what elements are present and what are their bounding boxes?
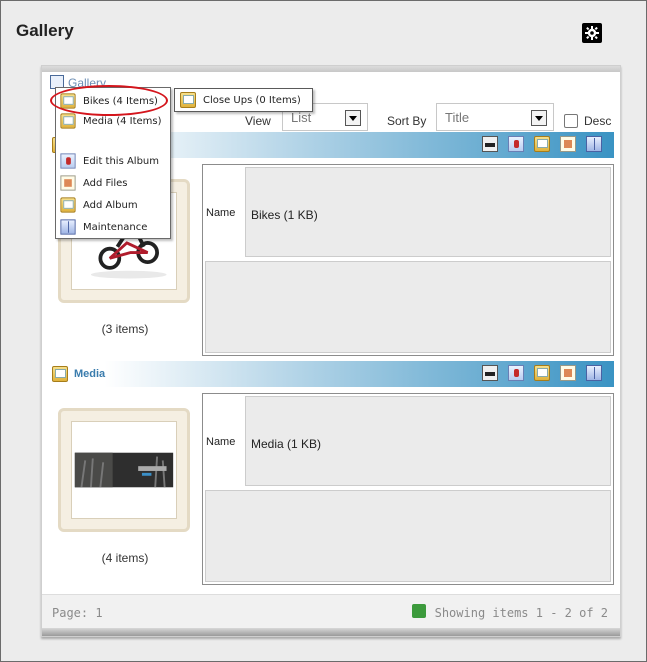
name-value[interactable]: Bikes (1 KB) xyxy=(245,167,611,257)
album-actions xyxy=(482,136,602,152)
menu-item-label: Maintenance xyxy=(83,221,148,233)
slideshow-icon[interactable] xyxy=(482,136,498,152)
add-files-icon xyxy=(60,175,76,191)
showing-items-text: Showing items 1 - 2 of 2 xyxy=(434,606,608,620)
name-label: Name xyxy=(206,436,236,448)
album-body-media: (4 items) Name Media (1 KB) xyxy=(48,393,614,585)
add-files-icon[interactable] xyxy=(560,136,576,152)
menu-item-maintenance[interactable]: Maintenance xyxy=(60,218,147,236)
gear-icon[interactable] xyxy=(582,23,602,43)
menu-item-label: Add Album xyxy=(83,199,138,211)
menu-item-label: Edit this Album xyxy=(83,155,160,167)
album-thumbnail[interactable] xyxy=(58,408,190,532)
sort-select[interactable]: Title xyxy=(436,103,554,131)
view-label: View xyxy=(245,114,271,128)
detail-empty-panel xyxy=(205,490,611,582)
maintenance-icon[interactable] xyxy=(586,136,602,152)
album-detail: Name Media (1 KB) xyxy=(202,393,614,585)
sort-select-value: Title xyxy=(445,109,470,125)
album-item-count: (3 items) xyxy=(101,322,149,336)
page-indicator: Page: 1 xyxy=(52,606,103,620)
thumbnail-image[interactable] xyxy=(71,421,177,519)
name-label: Name xyxy=(206,207,236,219)
thumbnail-column: (4 items) xyxy=(48,393,202,585)
maintenance-icon[interactable] xyxy=(586,365,602,381)
name-value[interactable]: Media (1 KB) xyxy=(245,396,611,486)
module-bottom-bar xyxy=(42,628,620,636)
folder-icon xyxy=(180,92,196,108)
detail-empty-panel xyxy=(205,261,611,353)
chevron-down-icon[interactable] xyxy=(345,110,361,126)
album-detail: Name Bikes (1 KB) xyxy=(202,164,614,356)
edit-album-icon[interactable] xyxy=(508,365,524,381)
add-album-icon[interactable] xyxy=(534,365,550,381)
desc-label: Desc xyxy=(584,114,612,128)
add-files-icon[interactable] xyxy=(560,365,576,381)
edit-album-icon xyxy=(60,153,76,169)
menu-item-add-files[interactable]: Add Files xyxy=(60,174,127,192)
album-actions xyxy=(482,365,602,381)
menu-item-label: Add Files xyxy=(83,177,128,189)
desc-checkbox[interactable] xyxy=(564,114,578,128)
book-icon xyxy=(60,219,76,235)
album-title[interactable]: Media xyxy=(74,368,105,380)
slideshow-icon[interactable] xyxy=(482,365,498,381)
folder-icon xyxy=(60,197,76,213)
submenu-label: Close Ups (0 Items) xyxy=(203,94,301,106)
detail-row: Name Bikes (1 KB) xyxy=(203,165,613,257)
detail-row: Name Media (1 KB) xyxy=(203,394,613,486)
submenu-close-ups[interactable]: Close Ups (0 Items) xyxy=(174,88,313,112)
refresh-icon[interactable] xyxy=(412,604,426,618)
add-album-icon[interactable] xyxy=(534,136,550,152)
edit-album-icon[interactable] xyxy=(508,136,524,152)
module-top-bar xyxy=(42,66,620,72)
chevron-down-icon[interactable] xyxy=(531,110,547,126)
highlight-annotation xyxy=(50,85,168,116)
page-title: Gallery xyxy=(16,21,74,40)
menu-item-add-album[interactable]: Add Album xyxy=(60,196,138,214)
album-item-count: (4 items) xyxy=(101,551,149,565)
folder-icon xyxy=(52,366,68,382)
menu-item-label: Media (4 Items) xyxy=(83,115,162,127)
album-header-media: Media xyxy=(48,361,614,387)
page-frame: Gallery Gallery View List Sort By Title … xyxy=(0,0,647,662)
pager-footer: Page: 1 Showing items 1 - 2 of 2 xyxy=(42,594,620,628)
sort-by-label: Sort By xyxy=(387,114,427,128)
folder-icon xyxy=(60,113,76,129)
media-photo xyxy=(72,422,176,518)
menu-item-edit-album[interactable]: Edit this Album xyxy=(60,152,159,170)
